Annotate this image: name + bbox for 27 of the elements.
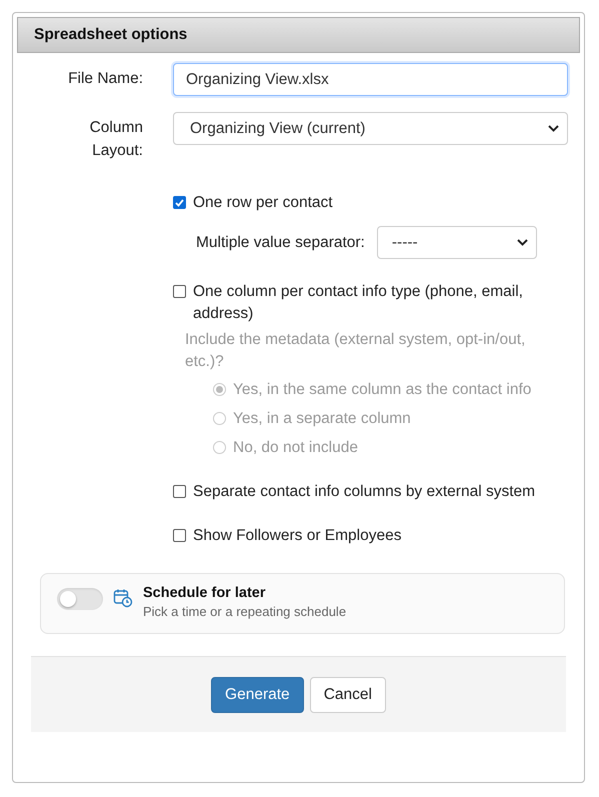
- separator-dropdown[interactable]: -----: [376, 226, 537, 259]
- chevron-icon: [516, 239, 528, 246]
- checkbox[interactable]: [173, 196, 186, 209]
- generate-button[interactable]: Generate: [211, 676, 304, 712]
- layout-dropdown[interactable]: Organizing View (current): [173, 112, 568, 145]
- panel-title: Spreadsheet options: [34, 26, 188, 44]
- field-label: Column Layout:: [88, 118, 143, 161]
- chevron-icon: [548, 125, 559, 132]
- cancel-button[interactable]: Cancel: [310, 676, 386, 712]
- separator-label: Multiple value separator:: [196, 234, 365, 252]
- checkbox-label: One column per contact info type (phone, email, address): [193, 282, 524, 324]
- radio-label: No, do not include: [233, 438, 358, 458]
- schedule-subtitle: Pick a time or a repeating schedule: [143, 603, 346, 621]
- checkbox-label: Separate contact info columns by external system: [193, 482, 536, 502]
- radio-label: Yes, in the same column as the contact info: [233, 380, 532, 400]
- file-name-field[interactable]: Organizing View.xlsx: [173, 63, 568, 96]
- checkbox[interactable]: [173, 529, 186, 542]
- checkbox[interactable]: [173, 285, 186, 298]
- field-label: File Name:: [67, 69, 143, 89]
- radio-label: Yes, in a separate column: [233, 409, 411, 429]
- calendar-clock-icon: [113, 588, 133, 608]
- schedule-title: Schedule for later: [143, 584, 266, 602]
- checkbox-label: One row per contact: [193, 193, 333, 213]
- checkbox-label: Show Followers or Employees: [193, 526, 402, 546]
- toggle-switch[interactable]: [57, 588, 103, 610]
- question-text: Include the metadata (external system, opt-in/out, etc.)?: [185, 330, 526, 372]
- checkbox[interactable]: [173, 485, 186, 498]
